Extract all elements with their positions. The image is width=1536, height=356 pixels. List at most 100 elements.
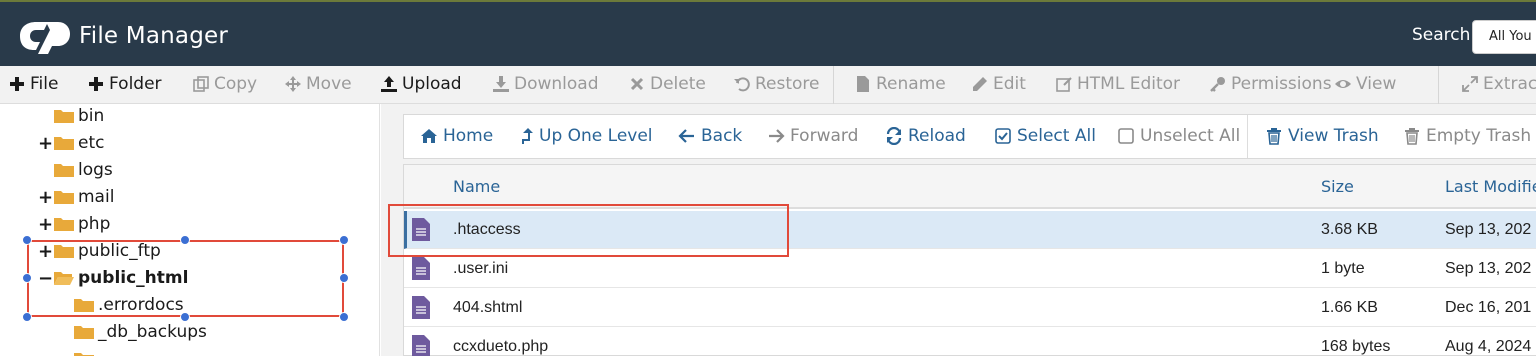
file-modified: Dec 16, 201 bbox=[1445, 299, 1532, 316]
folder-icon bbox=[74, 326, 94, 339]
edit-label: Edit bbox=[993, 74, 1026, 94]
file-modified: Sep 13, 202 bbox=[1445, 260, 1532, 277]
forward-button[interactable]: Forward bbox=[767, 126, 858, 146]
move-label: Move bbox=[306, 74, 352, 94]
home-button[interactable]: Home bbox=[420, 126, 493, 146]
new-file-button[interactable]: File bbox=[8, 74, 58, 94]
file-manager-app: File Manager Search All You File Folder … bbox=[0, 0, 1536, 356]
file-icon bbox=[412, 296, 430, 319]
back-button[interactable]: Back bbox=[678, 126, 742, 146]
navigation-bar: Home Up One Level Back Forward Reload Se… bbox=[403, 114, 1536, 159]
edit-button[interactable]: Edit bbox=[971, 74, 1026, 94]
tree-toggle[interactable]: + bbox=[38, 187, 53, 208]
resize-handle[interactable] bbox=[180, 235, 190, 245]
resize-handle[interactable] bbox=[339, 312, 349, 322]
file-icon bbox=[857, 76, 869, 92]
file-size: 3.68 KB bbox=[1321, 221, 1378, 238]
pencil-icon bbox=[973, 77, 987, 91]
table-row[interactable]: ccxdueto.php 168 bytes Aug 4, 2024 bbox=[404, 328, 1536, 356]
empty-trash-button[interactable]: Empty Trash bbox=[1403, 126, 1531, 146]
permissions-label: Permissions bbox=[1231, 74, 1332, 94]
folder-icon bbox=[54, 110, 74, 123]
back-label: Back bbox=[701, 126, 743, 146]
resize-handle[interactable] bbox=[22, 273, 32, 283]
copy-button[interactable]: Copy bbox=[192, 74, 257, 94]
delete-button[interactable]: Delete bbox=[628, 74, 706, 94]
folder-icon bbox=[74, 353, 94, 356]
reload-button[interactable]: Reload bbox=[885, 126, 966, 146]
tree-toggle[interactable]: + bbox=[38, 133, 53, 154]
app-title: File Manager bbox=[79, 23, 229, 49]
column-header-name[interactable]: Name bbox=[453, 177, 500, 196]
file-icon bbox=[412, 335, 430, 356]
new-folder-button[interactable]: Folder bbox=[87, 74, 162, 94]
times-icon bbox=[630, 77, 644, 91]
view-label: View bbox=[1356, 74, 1397, 94]
rename-button[interactable]: Rename bbox=[854, 74, 946, 94]
up-one-level-button[interactable]: Up One Level bbox=[522, 126, 653, 146]
refresh-icon bbox=[886, 127, 902, 145]
resize-handle[interactable] bbox=[180, 312, 190, 322]
tree-item-mail[interactable]: + mail bbox=[38, 185, 114, 209]
selection-annotation-box bbox=[27, 240, 344, 317]
resize-handle[interactable] bbox=[339, 273, 349, 283]
tree-item-db-backups[interactable]: _db_backups bbox=[58, 320, 207, 344]
home-label: Home bbox=[443, 126, 494, 146]
search-scope-select[interactable]: All You bbox=[1472, 20, 1536, 54]
resize-handle[interactable] bbox=[22, 312, 32, 322]
tree-item-etc[interactable]: + etc bbox=[38, 131, 104, 155]
view-trash-button[interactable]: View Trash bbox=[1265, 126, 1379, 146]
view-button[interactable]: View bbox=[1334, 74, 1396, 94]
upload-button[interactable]: Upload bbox=[380, 74, 462, 94]
htaccess-annotation-box bbox=[388, 204, 789, 257]
file-size: 168 bytes bbox=[1321, 338, 1391, 355]
download-label: Download bbox=[514, 74, 599, 94]
column-header-last-modified[interactable]: Last Modifie bbox=[1445, 177, 1536, 196]
tree-item-bin[interactable]: bin bbox=[38, 104, 104, 128]
select-all-button[interactable]: Select All bbox=[994, 126, 1096, 146]
nav-divider bbox=[1247, 115, 1248, 158]
tree-item-label: _db_backups bbox=[98, 322, 207, 342]
up-one-level-label: Up One Level bbox=[539, 126, 653, 146]
resize-handle[interactable] bbox=[339, 235, 349, 245]
table-row[interactable]: 404.shtml 1.66 KB Dec 16, 201 bbox=[404, 289, 1536, 327]
folder-icon bbox=[54, 218, 74, 231]
unselect-all-label: Unselect All bbox=[1140, 126, 1241, 146]
square-icon bbox=[1118, 128, 1134, 144]
upload-icon bbox=[381, 76, 397, 92]
extract-button[interactable]: Extract bbox=[1461, 74, 1536, 94]
trash-icon bbox=[1267, 128, 1281, 145]
rename-label: Rename bbox=[876, 74, 946, 94]
file-icon bbox=[412, 257, 430, 280]
upload-label: Upload bbox=[402, 74, 462, 94]
key-icon bbox=[1210, 77, 1225, 92]
home-icon bbox=[421, 129, 437, 143]
tree-item-logs[interactable]: logs bbox=[38, 158, 113, 182]
resize-handle[interactable] bbox=[22, 235, 32, 245]
tree-item-label: etc bbox=[78, 133, 105, 153]
cpanel-logo[interactable] bbox=[16, 16, 72, 56]
level-up-icon bbox=[522, 128, 533, 144]
restore-button[interactable]: Restore bbox=[733, 74, 820, 94]
tree-item-partial[interactable] bbox=[58, 347, 98, 356]
top-header: File Manager Search All You bbox=[0, 0, 1536, 68]
toolbar-divider bbox=[833, 66, 834, 104]
arrow-right-icon bbox=[769, 129, 785, 143]
folder-icon bbox=[54, 137, 74, 150]
tree-item-php[interactable]: + php bbox=[38, 212, 110, 236]
unselect-all-button[interactable]: Unselect All bbox=[1117, 126, 1240, 146]
tree-toggle[interactable]: + bbox=[38, 214, 53, 235]
empty-trash-label: Empty Trash bbox=[1426, 126, 1532, 146]
folder-icon bbox=[54, 191, 74, 204]
toolbar: File Folder Copy Move Upload Download De… bbox=[0, 66, 1536, 104]
column-header-size[interactable]: Size bbox=[1321, 177, 1354, 196]
eye-icon bbox=[1335, 80, 1351, 88]
directory-tree: bin + etc logs + mail + php + public_ftp bbox=[0, 104, 380, 356]
html-editor-button[interactable]: HTML Editor bbox=[1055, 74, 1180, 94]
file-table: Name Size Last Modifie .htaccess 3.68 KB… bbox=[403, 164, 1536, 356]
download-button[interactable]: Download bbox=[492, 74, 599, 94]
plus-icon bbox=[10, 77, 24, 91]
move-button[interactable]: Move bbox=[284, 74, 352, 94]
file-name: .user.ini bbox=[453, 260, 509, 277]
permissions-button[interactable]: Permissions bbox=[1209, 74, 1332, 94]
